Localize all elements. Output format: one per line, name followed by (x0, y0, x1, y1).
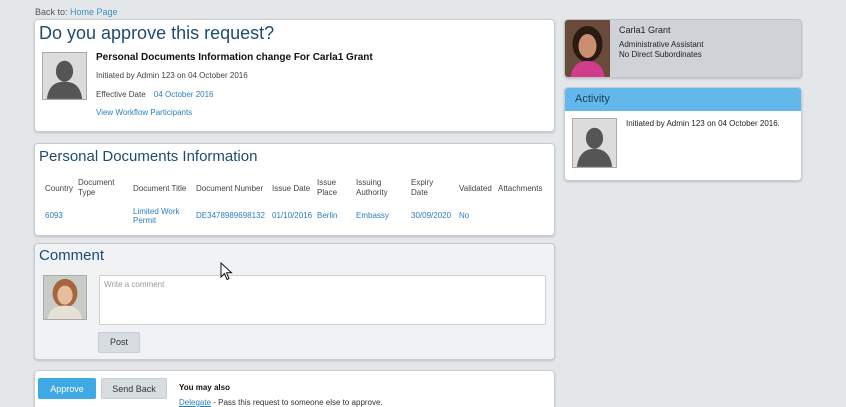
back-link-row: Back to: Home Page (35, 7, 118, 17)
activity-entry: Initiated by Admin 123 on 04 October 201… (626, 119, 780, 128)
header-issuing-authority-line2: Authority (356, 188, 388, 197)
approval-title: Do you approve this request? (39, 23, 275, 43)
approve-button[interactable]: Approve (38, 378, 96, 399)
cell-validated: No (459, 211, 470, 220)
activity-avatar-icon (572, 118, 617, 168)
employee-name: Carla1 Grant (619, 25, 671, 35)
header-attachments: Attachments (498, 184, 543, 193)
header-expiry-date-line2: Date (411, 188, 428, 197)
comment-title: Comment (39, 247, 105, 264)
initiated-text: Initiated by Admin 123 on 04 October 201… (96, 71, 248, 80)
cell-document-title: Limited Work Permit (133, 207, 180, 225)
header-document-type-line1: Document (78, 178, 115, 187)
effective-date-label: Effective Date (96, 90, 146, 99)
approval-card: Do you approve this request? Personal Do… (34, 19, 555, 132)
view-workflow-participants-link[interactable]: View Workflow Participants (96, 108, 192, 117)
header-issue-place: Issue Place (317, 178, 337, 198)
cell-issue-date: 01/10/2016 (272, 211, 313, 220)
effective-date-value: 04 October 2016 (153, 90, 214, 99)
header-document-type: Document Type (78, 178, 114, 198)
activity-card: Activity Initiated by Admin 123 on 04 Oc… (564, 87, 802, 181)
cell-document-number: DE3478989698132 (196, 211, 265, 220)
header-document-number: Document Number (196, 184, 264, 193)
cell-expiry-date: 30/09/2020 (411, 211, 452, 220)
documents-title: Personal Documents Information (39, 148, 258, 165)
activity-title: Activity (575, 93, 610, 105)
cell-country: 6093 (45, 211, 63, 220)
employee-subordinates: No Direct Subordinates (619, 50, 702, 59)
employee-photo-icon (565, 20, 610, 77)
cell-document-title-line1: Limited Work (133, 207, 180, 216)
request-title: Personal Documents Information change Fo… (96, 52, 373, 63)
employee-profile-card: Carla1 Grant Administrative Assistant No… (564, 19, 802, 78)
cell-document-title-line2: Permit (133, 216, 157, 225)
header-issue-place-line1: Issue (317, 178, 337, 187)
post-button[interactable]: Post (98, 332, 140, 353)
header-document-type-line2: Type (78, 188, 96, 197)
you-may-also-label: You may also (179, 383, 230, 392)
header-expiry-date: Expiry Date (411, 178, 433, 198)
initiator-avatar-icon (42, 52, 87, 100)
mouse-cursor-icon (220, 262, 233, 281)
cell-issuing-authority: Embassy (356, 211, 389, 220)
delegate-description: - Pass this request to someone else to a… (211, 398, 383, 407)
header-issue-date: Issue Date (272, 184, 311, 193)
cell-issue-place: Berlin (317, 211, 338, 220)
employee-role: Administrative Assistant (619, 40, 704, 49)
comment-input[interactable] (99, 275, 546, 325)
header-validated: Validated (459, 184, 492, 193)
effective-date-row: Effective Date 04 October 2016 (96, 90, 214, 99)
current-user-avatar-icon (43, 275, 87, 320)
header-issuing-authority-line1: Issuing (356, 178, 382, 187)
activity-header: Activity (565, 88, 801, 111)
documents-card: Personal Documents Information Country D… (34, 143, 555, 236)
send-back-button[interactable]: Send Back (101, 378, 167, 399)
header-document-title: Document Title (133, 184, 187, 193)
comment-card: Comment Post (34, 243, 555, 360)
home-page-link[interactable]: Home Page (70, 7, 118, 17)
delegate-row: Delegate - Pass this request to someone … (179, 398, 383, 407)
header-issue-place-line2: Place (317, 188, 338, 197)
back-prefix: Back to: (35, 7, 68, 17)
header-country: Country (45, 184, 74, 193)
header-expiry-date-line1: Expiry (411, 178, 434, 187)
header-issuing-authority: Issuing Authority (356, 178, 388, 198)
actions-card: Approve Send Back You may also Delegate … (34, 370, 555, 407)
delegate-link[interactable]: Delegate (179, 398, 211, 407)
